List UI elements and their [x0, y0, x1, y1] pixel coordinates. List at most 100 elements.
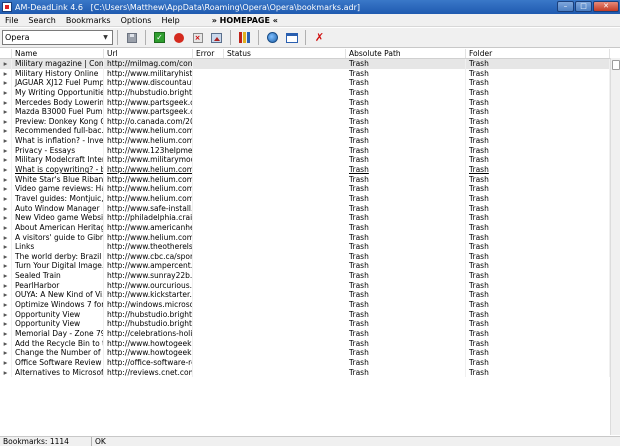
table-row[interactable]: ▸ My Writing Opportunities http://hubstudi…	[0, 87, 610, 98]
table-row[interactable]: ▸Sealed Trainhttp://www.sunray22b.n... Tr…	[0, 271, 610, 281]
table-row[interactable]: ▸ Turn Your Digital Image... http://www.am…	[0, 261, 610, 272]
menu-search[interactable]: Search	[23, 16, 60, 25]
bookmark-count: Bookmarks: 1114	[0, 436, 92, 446]
cell-folder: Trash	[466, 261, 610, 272]
table-row[interactable]: ▸ About American Heritag... http://www.ame…	[0, 222, 610, 233]
table-row[interactable]: ▸ Military Modelcraft Inter... http://www.…	[0, 155, 610, 166]
row-indicator: ▸	[0, 280, 12, 291]
column-header-path[interactable]: Absolute Path	[346, 49, 466, 58]
toolbar-separator	[230, 30, 231, 45]
table-row[interactable]: ▸ Military History Online http://www.milit…	[0, 68, 610, 79]
cell-folder: Trash	[466, 68, 610, 79]
cell-path: Trash	[346, 319, 466, 329]
cell-path: Trash	[346, 193, 466, 204]
table-row[interactable]: ▸ Preview: Donkey Kong C... http://o.canad…	[0, 116, 610, 127]
table-row[interactable]: ▸Optimize Windows 7 for ...http://window…	[0, 300, 610, 310]
table-row[interactable]: ▸A visitors' guide to Gibra...http://www…	[0, 232, 610, 243]
table-row[interactable]: ▸ Recommended full-bac... http://www.heliu…	[0, 126, 610, 137]
cell-path: Trash	[346, 232, 466, 243]
table-row[interactable]: ▸ Travel guides: Montjuic, ... http://www.…	[0, 193, 610, 204]
table-row[interactable]: ▸ Add the Recycle Bin to t... http://www.h…	[0, 338, 610, 349]
globe-icon	[267, 32, 278, 43]
delete-button[interactable]: ✗	[312, 30, 327, 45]
table-row[interactable]: ▸ Mercedes Body Lowerin... http://www.part…	[0, 97, 610, 108]
row-indicator: ▸	[0, 87, 12, 98]
cell-path: Trash	[346, 367, 466, 378]
row-indicator: ▸	[0, 367, 12, 378]
toolbar-separator	[258, 30, 259, 45]
maximize-button[interactable]: □	[575, 1, 592, 12]
row-indicator: ▸	[0, 59, 12, 69]
table-row[interactable]: ▸What is inflation? - Inves...http://www…	[0, 136, 610, 146]
bookmark-table[interactable]: Name Url Error Status Absolute Path Fold…	[0, 49, 610, 435]
apple-button[interactable]	[171, 30, 186, 45]
table-row[interactable]: ▸ Military magazine | Cont... http://milma…	[0, 59, 610, 69]
vertical-scrollbar[interactable]	[610, 58, 620, 435]
cell-url: http://www.helium.com...	[104, 193, 193, 204]
menu-bookmarks[interactable]: Bookmarks	[61, 16, 116, 25]
save-button[interactable]	[124, 30, 139, 45]
table-row[interactable]: ▸Memorial Day - Zone 7974http://celebrat…	[0, 328, 610, 339]
cell-name: Sealed Train	[12, 271, 104, 281]
table-row[interactable]: ▸ Change the Number of ... http://www.howt…	[0, 348, 610, 358]
cell-name: OUYA: A New Kind of Vi...	[12, 290, 104, 301]
cell-url: http://www.howtogeek....	[104, 348, 193, 358]
table-row[interactable]: ▸The world derby: Brazil v...http://www.…	[0, 251, 610, 262]
globe-button[interactable]	[265, 30, 280, 45]
table-row[interactable]: ▸Video game reviews: Hal...http://www.he…	[0, 184, 610, 194]
table-row[interactable]: ▸ JAGUAR XJ12 Fuel Pump... http://www.disc…	[0, 78, 610, 88]
cell-folder: Trash	[466, 357, 610, 368]
table-row[interactable]: ▸Mazda B3000 Fuel Pump...http://www.part…	[0, 107, 610, 117]
table-row[interactable]: ▸ Opportunity View http://hubstudio.bright…	[0, 319, 610, 329]
cell-url: http://www.safe-install...	[104, 203, 193, 214]
table-row[interactable]: ▸ New Video game Websit... http://philadel…	[0, 213, 610, 223]
cell-folder: Trash	[466, 116, 610, 127]
cell-path: Trash	[346, 107, 466, 117]
table-row[interactable]: ▸ Privacy - Essays http://www.123helpme...…	[0, 145, 610, 156]
minimize-button[interactable]: –	[557, 1, 574, 12]
image-button[interactable]	[209, 30, 224, 45]
column-header-error[interactable]: Error	[193, 49, 224, 58]
cell-name: PearlHarbor	[12, 280, 104, 291]
row-indicator: ▸	[0, 290, 12, 301]
bookmarks-button[interactable]	[237, 30, 252, 45]
cell-path: Trash	[346, 165, 466, 175]
row-indicator: ▸	[0, 300, 12, 310]
menu-help[interactable]: Help	[156, 16, 184, 25]
scrollbar-thumb[interactable]	[612, 60, 620, 70]
close-button[interactable]: ✕	[593, 1, 619, 12]
table-row[interactable]: ▸White Star's Blue Riband...http://www.h…	[0, 174, 610, 185]
column-header-name[interactable]: Name	[12, 49, 104, 58]
cell-url: http://office-software-re...	[104, 357, 193, 368]
menu-options[interactable]: Options	[116, 16, 157, 25]
column-header-status[interactable]: Status	[224, 49, 346, 58]
table-row[interactable]: ▸Linkshttp://www.theotherelsa... TrashTra…	[0, 242, 610, 252]
table-row[interactable]: ▸ Auto Window Manager http://www.safe-inst…	[0, 203, 610, 214]
menu-file[interactable]: File	[0, 16, 23, 25]
remove-button[interactable]: ×	[190, 30, 205, 45]
toolbar-separator	[117, 30, 118, 45]
cell-url: http://www.militaryhist...	[104, 68, 193, 79]
column-header-folder[interactable]: Folder	[466, 49, 610, 58]
cell-path: Trash	[346, 251, 466, 262]
cell-path: Trash	[346, 338, 466, 349]
row-indicator: ▸	[0, 242, 12, 252]
homepage-link[interactable]: » HOMEPAGE «	[207, 16, 283, 25]
cell-url: http://www.theotherelsa...	[104, 242, 193, 252]
table-row[interactable]: ▸ Opportunity View http://hubstudio.bright…	[0, 309, 610, 320]
table-row[interactable]: ▸ PearlHarbor http://www.ourcurious... Tras…	[0, 280, 610, 291]
table-row[interactable]: ▸ What is copywriting? - b... http://www.h…	[0, 165, 610, 175]
image-icon	[211, 32, 222, 43]
table-row[interactable]: ▸ Alternatives to Microsoft... http://revi…	[0, 367, 610, 378]
table-row[interactable]: ▸ OUYA: A New Kind of Vi... http://www.kic…	[0, 290, 610, 301]
column-header-url[interactable]: Url	[104, 49, 193, 58]
cell-folder: Trash	[466, 136, 610, 146]
table-row[interactable]: ▸Office Software Review 2...http://offic…	[0, 357, 610, 368]
remove-icon: ×	[192, 32, 203, 43]
column-header-indicator[interactable]	[0, 49, 12, 58]
check-links-button[interactable]: ✓	[152, 30, 167, 45]
window-button[interactable]	[284, 30, 299, 45]
browser-select[interactable]: Opera ▼	[2, 30, 113, 45]
chevron-down-icon[interactable]: ▼	[100, 32, 111, 43]
save-icon	[126, 32, 137, 43]
